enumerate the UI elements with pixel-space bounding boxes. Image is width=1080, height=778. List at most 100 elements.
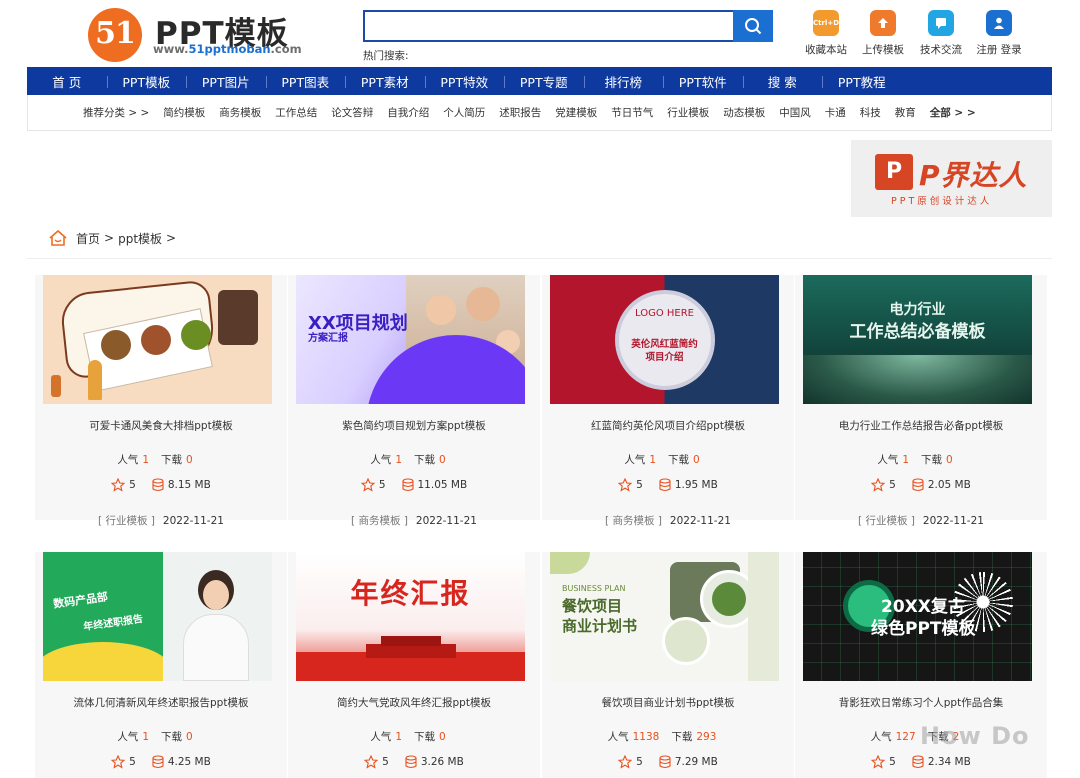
template-thumbnail[interactable] [43, 275, 272, 404]
database-icon [152, 755, 164, 769]
template-thumbnail[interactable]: 数码产品部 年终述职报告 [43, 552, 272, 681]
ad-banner[interactable]: P P界达人 PPT原创设计达人 [851, 140, 1052, 217]
category-item[interactable]: 商务模板 [219, 105, 261, 120]
template-category[interactable]: [ 商务模板 ] [351, 515, 408, 527]
template-card[interactable]: 可爱卡通风美食大排档ppt模板 人气 1 下载 0 5 8.15 MB [ 行业模板 … [35, 275, 287, 527]
category-item[interactable]: 科技 [860, 105, 881, 120]
template-category-date: [ 商务模板 ] 2022-11-21 [288, 513, 540, 528]
template-card[interactable]: BUSINESS PLAN 餐饮项目 商业计划书 餐饮项目商业计划书ppt模板 … [542, 552, 794, 778]
template-thumbnail[interactable]: XX项目规划 方案汇报 [296, 275, 525, 404]
category-item[interactable]: 教育 [895, 105, 916, 120]
template-thumbnail[interactable]: 20XX复古 绿色PPT模板 [803, 552, 1032, 681]
template-category[interactable]: [ 商务模板 ] [605, 515, 662, 527]
upload-link[interactable]: 上传模板 [853, 10, 913, 57]
template-category-date: [ 行业模板 ] 2022-11-21 [35, 513, 287, 528]
database-icon [405, 755, 417, 769]
template-thumbnail[interactable]: 年终汇报 [296, 552, 525, 681]
category-item[interactable]: 卡通 [825, 105, 846, 120]
template-meta: 5 3.26 MB [288, 755, 540, 769]
template-title[interactable]: 简约大气党政风年终汇报ppt模板 [288, 695, 540, 710]
template-card[interactable]: LOGO HERE 英伦风红蓝简约 项目介绍 红蓝简约英伦风项目介绍ppt模板 … [542, 275, 794, 527]
nav-ppt-templates[interactable]: PPT模板 [106, 72, 187, 91]
breadcrumb-home[interactable]: 首页 [76, 230, 100, 247]
rating-value: 5 [889, 479, 896, 491]
nav-ppt-charts[interactable]: PPT图表 [265, 72, 346, 91]
category-item[interactable]: 述职报告 [499, 105, 541, 120]
star-icon [111, 755, 126, 769]
search-input[interactable] [363, 10, 735, 42]
template-thumbnail[interactable]: 电力行业 工作总结必备模板 [803, 275, 1032, 404]
thumb-title: 电力行业 [889, 302, 946, 318]
template-title[interactable]: 背影狂欢日常练习个人ppt作品合集 [795, 695, 1047, 710]
nav-rankings[interactable]: 排行榜 [583, 72, 664, 91]
login-link[interactable]: 注册 登录 [969, 10, 1029, 57]
popularity-label: 人气 [870, 731, 892, 743]
site-logo-mark[interactable]: 51 [88, 8, 142, 62]
template-card[interactable]: 年终汇报 简约大气党政风年终汇报ppt模板 人气 1 下载 0 5 3.26 MB [288, 552, 540, 778]
template-card[interactable]: 数码产品部 年终述职报告 流体几何清新风年终述职报告ppt模板 人气 1 下载 0 5… [35, 552, 287, 778]
nav-home[interactable]: 首 页 [27, 72, 107, 91]
star-icon [871, 755, 886, 769]
downloads-label: 下载 [414, 454, 435, 466]
template-title[interactable]: 电力行业工作总结报告必备ppt模板 [795, 418, 1047, 433]
template-title[interactable]: 流体几何清新风年终述职报告ppt模板 [35, 695, 287, 710]
thumb-english-title: BUSINESS PLAN [562, 584, 626, 593]
nav-search[interactable]: 搜 索 [742, 72, 823, 91]
popularity-count: 1 [142, 731, 149, 743]
template-title[interactable]: 红蓝简约英伦风项目介绍ppt模板 [542, 418, 794, 433]
chat-link[interactable]: 技术交流 [911, 10, 971, 57]
category-item[interactable]: 自我介绍 [387, 105, 429, 120]
thumb-title: 数码产品部 [52, 590, 109, 611]
template-meta: 5 8.15 MB [35, 478, 287, 492]
thumb-logo-text: LOGO HERE [635, 308, 694, 319]
nav-ppt-software[interactable]: PPT软件 [663, 72, 743, 91]
category-item[interactable]: 节日节气 [611, 105, 653, 120]
file-size: 2.05 MB [927, 479, 971, 491]
thumb-subtitle: 工作总结必备模板 [849, 322, 986, 342]
popularity-label: 人气 [624, 454, 646, 466]
file-size: 11.05 MB [417, 479, 468, 491]
nav-ppt-materials[interactable]: PPT素材 [345, 72, 425, 91]
template-card[interactable]: 电力行业 工作总结必备模板 电力行业工作总结报告必备ppt模板 人气 1 下载 0 5… [795, 275, 1047, 527]
category-item[interactable]: 论文答辩 [331, 105, 373, 120]
category-item[interactable]: 个人简历 [443, 105, 485, 120]
template-title[interactable]: 紫色简约项目规划方案ppt模板 [288, 418, 540, 433]
star-icon [111, 478, 126, 492]
category-item[interactable]: 中国风 [779, 105, 811, 120]
watermark: How Do [920, 722, 1030, 750]
category-item[interactable]: 动态模板 [723, 105, 765, 120]
popularity-label: 人气 [117, 731, 139, 743]
template-title[interactable]: 餐饮项目商业计划书ppt模板 [542, 695, 794, 710]
template-card[interactable]: XX项目规划 方案汇报 紫色简约项目规划方案ppt模板 人气 1 下载 0 5 11.… [288, 275, 540, 527]
nav-ppt-tutorials[interactable]: PPT教程 [822, 72, 902, 91]
rating-value: 5 [382, 756, 389, 768]
star-icon [871, 478, 886, 492]
template-stats: 人气 1 下载 0 [35, 729, 287, 744]
template-category-date: [ 商务模板 ] 2022-11-21 [542, 513, 794, 528]
nav-ppt-effects[interactable]: PPT特效 [424, 72, 505, 91]
template-thumbnail[interactable]: LOGO HERE 英伦风红蓝简约 项目介绍 [550, 275, 779, 404]
category-all-link[interactable]: 全部 > > [930, 105, 976, 120]
breadcrumb-separator: > [166, 231, 177, 245]
nav-ppt-topics[interactable]: PPT专题 [504, 72, 584, 91]
chat-label: 技术交流 [920, 44, 962, 56]
search-button[interactable] [733, 10, 773, 42]
breadcrumb-current[interactable]: ppt模板 [118, 230, 162, 247]
category-item[interactable]: 工作总结 [275, 105, 317, 120]
bookmark-link[interactable]: Ctrl+D 收藏本站 [796, 10, 856, 57]
category-item[interactable]: 党建模板 [555, 105, 597, 120]
template-category[interactable]: [ 行业模板 ] [858, 515, 915, 527]
nav-ppt-images[interactable]: PPT图片 [186, 72, 266, 91]
template-category[interactable]: [ 行业模板 ] [98, 515, 155, 527]
category-item[interactable]: 行业模板 [667, 105, 709, 120]
template-stats: 人气 1138 下载 293 [542, 729, 794, 744]
rating-value: 5 [129, 756, 136, 768]
popularity-label: 人气 [607, 731, 629, 743]
template-category-date: [ 行业模板 ] 2022-11-21 [795, 513, 1047, 528]
template-date: 2022-11-21 [162, 515, 224, 527]
template-stats: 人气 1 下载 0 [35, 452, 287, 467]
category-item[interactable]: 简约模板 [163, 105, 205, 120]
template-thumbnail[interactable]: BUSINESS PLAN 餐饮项目 商业计划书 [550, 552, 779, 681]
main-nav: 首 页 PPT模板 PPT图片 PPT图表 PPT素材 PPT特效 PPT专题 … [27, 67, 1052, 95]
template-title[interactable]: 可爱卡通风美食大排档ppt模板 [35, 418, 287, 433]
